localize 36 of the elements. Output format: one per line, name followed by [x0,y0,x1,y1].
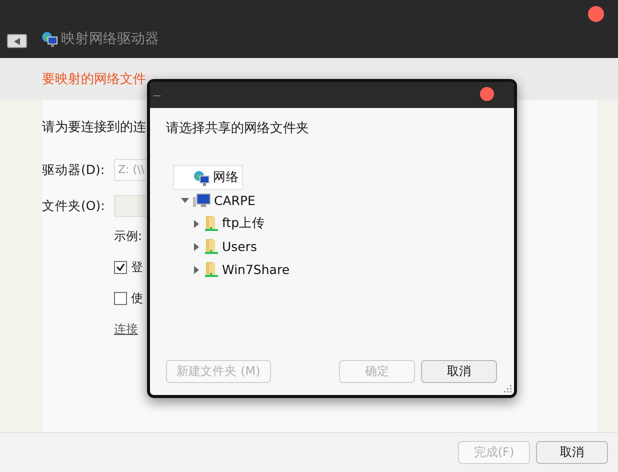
instruction-text: 请为要连接到的连 [42,119,146,136]
tree-item[interactable]: Users [185,235,260,258]
back-button[interactable] [7,34,27,48]
window-title: 映射网络驱动器 [61,30,159,48]
field-label: 驱动器(D): [42,162,106,178]
checkbox-label: 使 [131,290,143,307]
link[interactable]: 连接 [114,321,138,338]
page-heading: 要映射的网络文件 [42,71,146,88]
checkbox-label: 登 [131,259,143,276]
shared-folder-icon [204,215,219,232]
resize-grip-icon[interactable] [504,385,512,393]
collapsed-arrow-icon[interactable] [194,242,198,250]
close-button[interactable] [588,6,604,22]
tree-item[interactable]: ftp上传 [185,212,268,235]
computer-icon [193,193,211,208]
expanded-arrow-icon[interactable] [181,198,189,203]
button[interactable]: 取消 [421,360,497,383]
collapsed-arrow-icon[interactable] [194,220,198,228]
network-icon [41,31,58,47]
network-icon [193,170,210,186]
tree-item[interactable]: CARPE [174,189,258,212]
dialog-title: — [153,90,161,100]
example-text: 示例: [114,228,144,245]
tree-item[interactable]: Win7Share [185,258,293,281]
checkbox[interactable] [114,292,127,305]
dialog-prompt: 请选择共享的网络文件夹 [166,120,310,137]
folder-field[interactable] [114,195,146,217]
shared-folder-icon [204,238,219,255]
shared-folder-icon [204,261,219,278]
back-icon [14,38,20,44]
checkbox[interactable] [114,261,127,274]
field-label: 文件夹(O): [42,198,106,214]
button[interactable]: 取消 [536,441,608,464]
tree-item[interactable]: 网络 [174,166,242,189]
close-button[interactable] [480,87,494,101]
collapsed-arrow-icon[interactable] [194,266,198,274]
